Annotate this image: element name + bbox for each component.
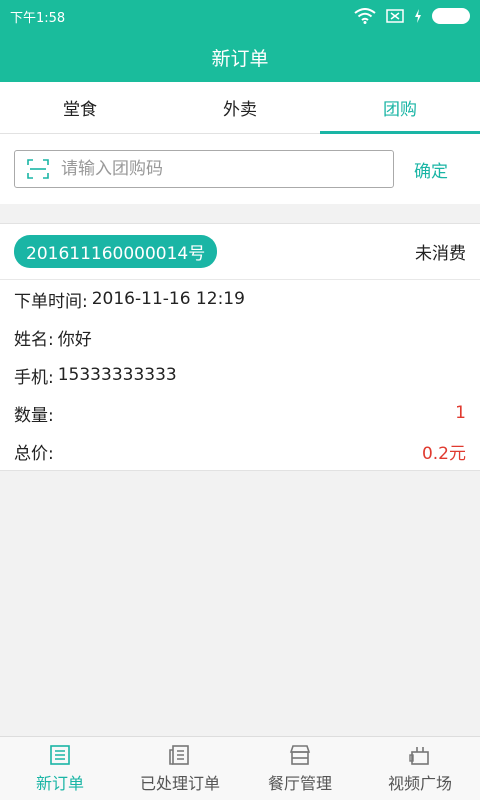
order-card[interactable]: 201611160000014号 未消费 下单时间: 2016-11-16 12… (0, 223, 480, 471)
nav-restaurant-management-label: 餐厅管理 (267, 773, 332, 793)
charging-icon (415, 9, 421, 23)
system-icons (354, 8, 470, 24)
order-time-row: 下单时间: 2016-11-16 12:19 (0, 280, 480, 318)
wifi-icon (354, 8, 376, 24)
nav-video-square-label: 视频广场 (387, 773, 452, 793)
confirm-button[interactable]: 确定 (414, 157, 448, 182)
nav-video-square[interactable]: 视频广场 (360, 737, 480, 800)
search-row: 确定 (0, 134, 480, 204)
phone-label: 手机: (14, 367, 54, 388)
battery-icon (432, 8, 470, 24)
quantity-value: 1 (455, 403, 466, 423)
list-icon (50, 744, 70, 765)
order-card-header: 201611160000014号 未消费 (0, 224, 480, 280)
order-time-value: 2016-11-16 12:19 (91, 289, 245, 309)
document-icon (169, 744, 189, 765)
app-header: 新订单 (0, 32, 480, 82)
nav-new-orders-label: 新订单 (35, 773, 84, 793)
nav-new-orders[interactable]: 新订单 (0, 737, 120, 800)
nav-restaurant-management[interactable]: 餐厅管理 (240, 737, 360, 800)
order-number-badge: 201611160000014号 (14, 235, 218, 268)
nav-processed-orders[interactable]: 已处理订单 (120, 737, 240, 800)
video-icon (409, 746, 429, 765)
order-status: 未消费 (415, 244, 466, 264)
total-row: 总价: 0.2元 (0, 432, 480, 470)
phone-value: 15333333333 (57, 365, 177, 385)
page-title: 新订单 (211, 47, 269, 70)
search-box (14, 150, 394, 188)
status-bar: 下午1:58 (0, 0, 480, 32)
bottom-nav: 新订单 已处理订单 餐厅管理 视频广场 (0, 736, 480, 800)
customer-name-row: 姓名: 你好 (0, 318, 480, 356)
total-value: 0.2元 (421, 443, 466, 464)
sim-icon (386, 9, 404, 23)
scan-icon[interactable] (27, 159, 49, 179)
order-time-label: 下单时间: (14, 291, 88, 312)
group-code-input[interactable] (61, 159, 351, 179)
quantity-row: 数量: 1 (0, 394, 480, 432)
order-type-tabs: 堂食 外卖 团购 (0, 82, 480, 134)
quantity-label: 数量: (14, 405, 54, 426)
total-label: 总价: (14, 443, 54, 464)
tab-group-buy[interactable]: 团购 (320, 82, 480, 134)
customer-name-value: 你好 (57, 329, 92, 350)
tab-dine-in[interactable]: 堂食 (0, 82, 160, 133)
customer-name-label: 姓名: (14, 329, 54, 350)
phone-row: 手机: 15333333333 (0, 356, 480, 394)
tab-takeaway[interactable]: 外卖 (160, 82, 320, 133)
store-icon (289, 744, 311, 765)
nav-processed-orders-label: 已处理订单 (139, 773, 220, 793)
status-time: 下午1:58 (10, 10, 66, 26)
